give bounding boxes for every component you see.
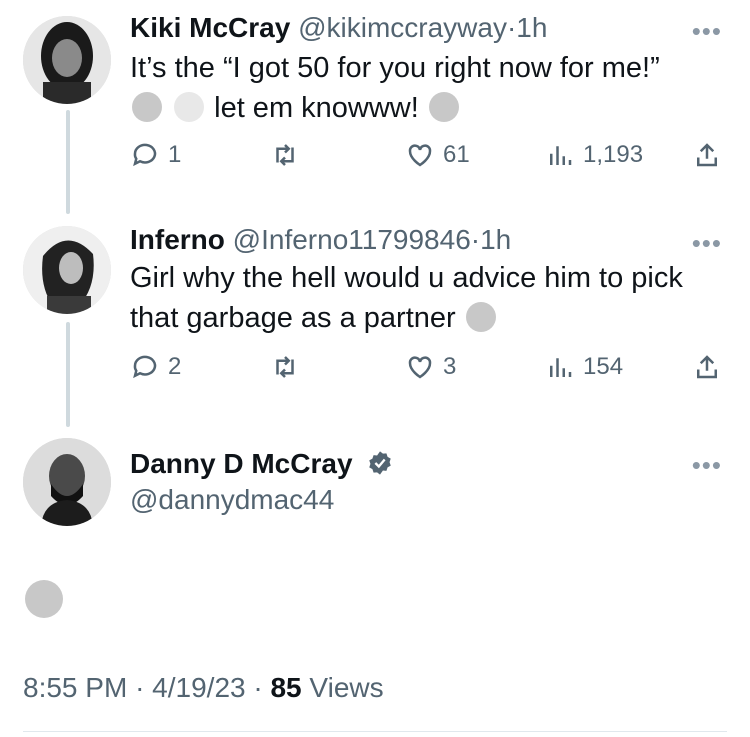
user-handle[interactable]: @kikimccrayway — [298, 12, 507, 43]
screaming-emoji — [465, 302, 496, 332]
separator: · — [135, 672, 145, 703]
reply-count: 1 — [168, 141, 182, 168]
retweet-icon — [276, 144, 294, 166]
avatar[interactable] — [23, 226, 111, 314]
skull-emoji — [174, 92, 205, 122]
user-handle[interactable]: @Inferno11799846 — [233, 224, 471, 255]
thread-line-2 — [66, 322, 70, 427]
tweet-text-line-1: It’s the “I got 50 for you right now for… — [130, 52, 660, 84]
views-total: 85 — [270, 672, 302, 703]
tweet-header: Kiki McCray @kikimccrayway·1h — [130, 10, 547, 46]
views-count: 1,193 — [583, 141, 644, 168]
like-button[interactable]: 61 — [405, 140, 470, 170]
avatar[interactable] — [23, 438, 111, 526]
main-tweet-header: Danny D McCray @dannydmac44 — [130, 446, 394, 518]
timestamp[interactable]: 1h — [516, 12, 547, 43]
tweet-actions: 2 3 154 — [130, 352, 730, 386]
tweet-text: It’s the “I got 50 for you right now for… — [130, 48, 660, 128]
thread-line-1 — [66, 110, 70, 214]
views-count: 154 — [583, 353, 624, 380]
joy-emoji — [132, 92, 162, 122]
joy-emoji — [25, 580, 63, 618]
heart-icon — [408, 356, 432, 379]
views-icon — [550, 146, 572, 165]
tweet-text-line-2: that garbage as a partner — [130, 298, 683, 338]
views-button[interactable]: 1,193 — [545, 140, 643, 170]
face-hand-over-mouth-emoji — [428, 92, 459, 122]
retweet-button[interactable] — [270, 140, 300, 170]
divider — [23, 731, 727, 732]
verified-badge-icon — [369, 451, 392, 475]
user-handle[interactable]: @dannydmac44 — [130, 482, 394, 518]
tweet-header: Inferno @Inferno11799846·1h — [130, 222, 511, 258]
reply-button[interactable]: 2 — [130, 352, 181, 382]
tweet-text-line-1: Girl why the hell would u advice him to … — [130, 262, 683, 294]
views-icon — [550, 358, 572, 377]
tweet-meta: 8:55 PM · 4/19/23 · 85 Views — [23, 672, 384, 704]
tweet-text: Girl why the hell would u advice him to … — [130, 258, 683, 338]
like-button[interactable]: 3 — [405, 352, 456, 382]
share-icon — [697, 143, 717, 167]
more-options-icon[interactable]: ••• — [692, 450, 722, 481]
views-label: Views — [309, 672, 384, 703]
share-button[interactable] — [692, 352, 722, 382]
share-icon — [697, 355, 717, 379]
share-button[interactable] — [692, 140, 722, 170]
reply-icon — [133, 355, 157, 379]
timestamp[interactable]: 1h — [480, 224, 511, 255]
display-name[interactable]: Inferno — [130, 224, 225, 255]
reply-count: 2 — [168, 353, 182, 380]
avatar-image-kiki — [23, 16, 111, 104]
retweet-button[interactable] — [270, 352, 300, 382]
reply-icon — [133, 143, 157, 167]
tweet-text-line-2-text: let em knowww! — [214, 92, 419, 124]
views-button[interactable]: 154 — [545, 352, 623, 382]
separator: · — [506, 12, 517, 43]
heart-icon — [408, 144, 432, 167]
tweet-text-line-2-text: that garbage as a partner — [130, 302, 456, 334]
separator: · — [470, 224, 481, 255]
main-tweet-text — [23, 580, 65, 618]
more-options-icon[interactable]: ••• — [692, 16, 722, 47]
avatar-image-danny — [23, 438, 111, 526]
tweet-date[interactable]: 4/19/23 — [152, 672, 245, 703]
tweet-time[interactable]: 8:55 PM — [23, 672, 127, 703]
like-count: 3 — [443, 353, 457, 380]
reply-button[interactable]: 1 — [130, 140, 181, 170]
display-name[interactable]: Kiki McCray — [130, 12, 290, 43]
tweet-text-line-2: let em knowww! — [130, 88, 660, 128]
retweet-icon — [276, 356, 294, 378]
like-count: 61 — [443, 141, 470, 168]
more-options-icon[interactable]: ••• — [692, 228, 722, 259]
avatar[interactable] — [23, 16, 111, 104]
tweet-actions: 1 61 1,193 — [130, 140, 730, 174]
display-name[interactable]: Danny D McCray — [130, 448, 353, 479]
separator: · — [253, 672, 263, 703]
avatar-image-inferno — [23, 226, 111, 314]
